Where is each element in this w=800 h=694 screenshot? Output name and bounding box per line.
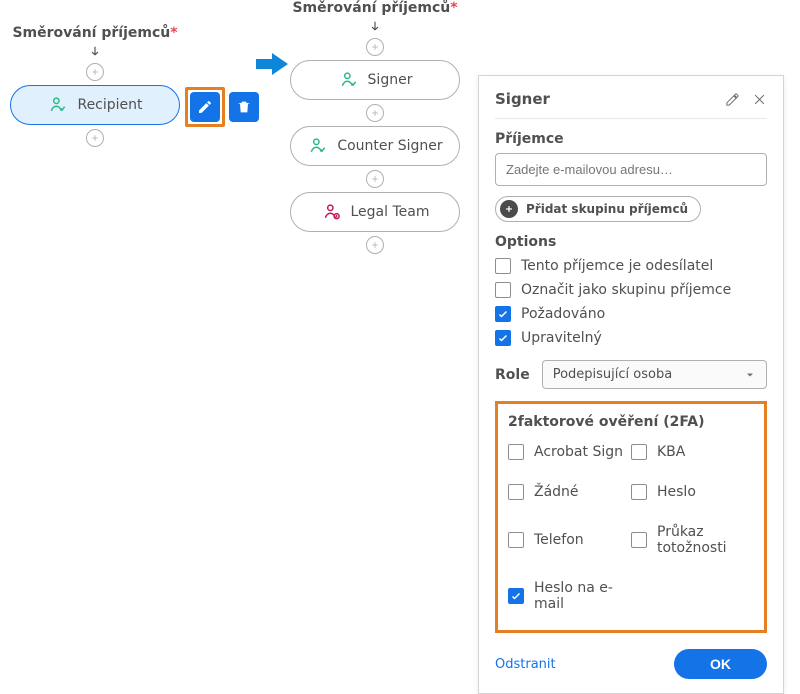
- options-section-label: Options: [495, 234, 767, 250]
- signer-icon: [47, 94, 69, 116]
- option-required[interactable]: Požadováno: [495, 306, 767, 322]
- recipient-pill-signer[interactable]: Signer: [290, 60, 460, 100]
- twofa-phone[interactable]: Telefon: [508, 524, 631, 556]
- twofa-kba[interactable]: KBA: [631, 444, 754, 460]
- twofa-id-label: Průkaz totožnosti: [657, 524, 754, 556]
- checkbox-checked: [495, 306, 511, 322]
- add-step-button[interactable]: [86, 129, 104, 147]
- recipient-pill-legal-team[interactable]: Legal Team: [290, 192, 460, 232]
- signer-icon: [338, 69, 360, 91]
- role-select-value: Podepisující osoba: [553, 367, 672, 382]
- ok-button[interactable]: OK: [674, 649, 767, 679]
- checkbox-unchecked: [508, 532, 524, 548]
- option-required-label: Požadováno: [521, 306, 605, 322]
- option-editable-label: Upravitelný: [521, 330, 602, 346]
- two-factor-label: 2faktorové ověření (2FA): [508, 414, 754, 430]
- plus-icon: [500, 200, 518, 218]
- option-as-group[interactable]: Označit jako skupinu příjemce: [495, 282, 767, 298]
- workflow-right-title: Směrování příjemců*: [290, 0, 460, 16]
- recipient-pill-label: Legal Team: [351, 204, 430, 220]
- twofa-kba-label: KBA: [657, 444, 685, 460]
- workflow-right-title-text: Směrování příjemců: [292, 0, 450, 16]
- chevron-down-icon: [744, 369, 756, 381]
- close-icon[interactable]: [752, 92, 767, 107]
- panel-title: Signer: [495, 90, 550, 108]
- add-step-button[interactable]: [366, 38, 384, 56]
- panel-header: Signer: [495, 90, 767, 108]
- delete-recipient-button[interactable]: [229, 92, 259, 122]
- recipient-pill-label: Signer: [368, 72, 413, 88]
- pill-actions: [185, 87, 259, 127]
- pointer-arrow-icon: [256, 52, 288, 76]
- add-step-button[interactable]: [366, 170, 384, 188]
- option-is-sender[interactable]: Tento příjemce je odesílatel: [495, 258, 767, 274]
- checkbox-unchecked: [495, 258, 511, 274]
- required-star: *: [450, 0, 457, 16]
- signer-icon: [307, 135, 329, 157]
- checkbox-checked: [495, 330, 511, 346]
- add-step-button[interactable]: [366, 236, 384, 254]
- checkbox-unchecked: [508, 444, 524, 460]
- required-star: *: [170, 25, 177, 41]
- twofa-phone-label: Telefon: [534, 532, 584, 548]
- option-is-sender-label: Tento příjemce je odesílatel: [521, 258, 713, 274]
- checkbox-unchecked: [495, 282, 511, 298]
- recipient-email-input[interactable]: [495, 153, 767, 186]
- option-as-group-label: Označit jako skupinu příjemce: [521, 282, 731, 298]
- role-select[interactable]: Podepisující osoba: [542, 360, 767, 389]
- highlight-box: [185, 87, 225, 127]
- add-recipient-group-label: Přidat skupinu příjemců: [526, 202, 688, 216]
- edit-icon[interactable]: [725, 92, 740, 107]
- twofa-email-password[interactable]: Heslo na e-mail: [508, 580, 631, 612]
- option-editable[interactable]: Upravitelný: [495, 330, 767, 346]
- twofa-acrobat-label: Acrobat Sign: [534, 444, 623, 460]
- workflow-right: Směrování příjemců* Signer Counter Signe…: [290, 0, 460, 258]
- recipient-pill-counter-signer[interactable]: Counter Signer: [290, 126, 460, 166]
- twofa-none-label: Žádné: [534, 484, 579, 500]
- panel-footer: Odstranit OK: [495, 649, 767, 679]
- edit-recipient-button[interactable]: [190, 92, 220, 122]
- twofa-email-password-label: Heslo na e-mail: [534, 580, 631, 612]
- workflow-left: Směrování příjemců* Recipient: [10, 25, 180, 151]
- workflow-left-title: Směrování příjemců*: [10, 25, 180, 41]
- twofa-acrobat-sign[interactable]: Acrobat Sign: [508, 444, 631, 460]
- recipient-section-label: Příjemce: [495, 131, 767, 147]
- checkbox-unchecked: [631, 484, 647, 500]
- role-label: Role: [495, 367, 530, 383]
- twofa-none[interactable]: Žádné: [508, 484, 631, 500]
- add-step-button[interactable]: [86, 63, 104, 81]
- role-row: Role Podepisující osoba: [495, 360, 767, 389]
- workflow-left-title-text: Směrování příjemců: [12, 25, 170, 41]
- checkbox-unchecked: [631, 444, 647, 460]
- checkbox-unchecked: [508, 484, 524, 500]
- twofa-password-label: Heslo: [657, 484, 696, 500]
- twofa-id[interactable]: Průkaz totožnosti: [631, 524, 754, 556]
- recipient-pill[interactable]: Recipient: [10, 85, 180, 125]
- twofa-password[interactable]: Heslo: [631, 484, 754, 500]
- add-recipient-group-button[interactable]: Přidat skupinu příjemců: [495, 196, 701, 222]
- delete-button[interactable]: Odstranit: [495, 657, 556, 672]
- legal-team-icon: [321, 201, 343, 223]
- arrow-down-icon: [88, 45, 102, 59]
- arrow-down-icon: [368, 20, 382, 34]
- checkbox-unchecked: [631, 532, 647, 548]
- recipient-pill-label: Counter Signer: [337, 138, 442, 154]
- recipient-pill-label: Recipient: [77, 97, 142, 113]
- add-step-button[interactable]: [366, 104, 384, 122]
- two-factor-section: 2faktorové ověření (2FA) Acrobat Sign KB…: [495, 401, 767, 633]
- checkbox-checked: [508, 588, 524, 604]
- signer-panel: Signer Příjemce Přidat skupinu příjemců …: [478, 75, 784, 694]
